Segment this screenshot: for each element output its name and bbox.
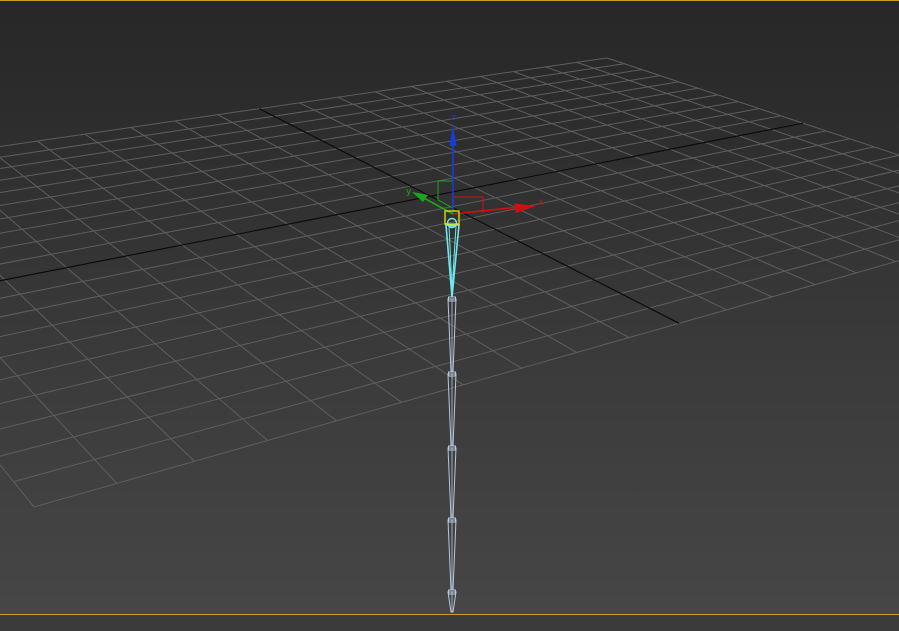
gizmo-z-axis[interactable] [449, 124, 457, 214]
gizmo-z-label: z [451, 113, 456, 123]
scene-canvas[interactable]: z x y [0, 0, 899, 631]
gizmo-x-axis[interactable] [452, 203, 536, 215]
grid-line-u [0, 75, 661, 181]
grid-line-u [0, 101, 739, 234]
grid-line-v [480, 75, 899, 238]
perspective-viewport[interactable]: z x y [0, 0, 899, 631]
home-grid [0, 57, 899, 508]
grid-line-v [606, 57, 899, 156]
grid-line-u [0, 146, 875, 338]
grid-line-u [0, 115, 781, 265]
viewport-bottom-strip [0, 615, 899, 631]
grid-line-v [0, 464, 35, 508]
grid-line-v [299, 102, 727, 311]
bone-chain[interactable] [445, 217, 460, 613]
gizmo-y-label: y [406, 187, 412, 197]
grid-line-u [0, 69, 642, 169]
grid-line-v [0, 356, 118, 484]
grid-line-u [33, 260, 899, 508]
grid-line-v [0, 274, 195, 462]
gizmo-x-label: x [538, 198, 544, 208]
transform-gizmo[interactable]: z x y [406, 113, 544, 225]
grid-line-v [174, 120, 577, 353]
home-grid-axes [0, 108, 804, 324]
